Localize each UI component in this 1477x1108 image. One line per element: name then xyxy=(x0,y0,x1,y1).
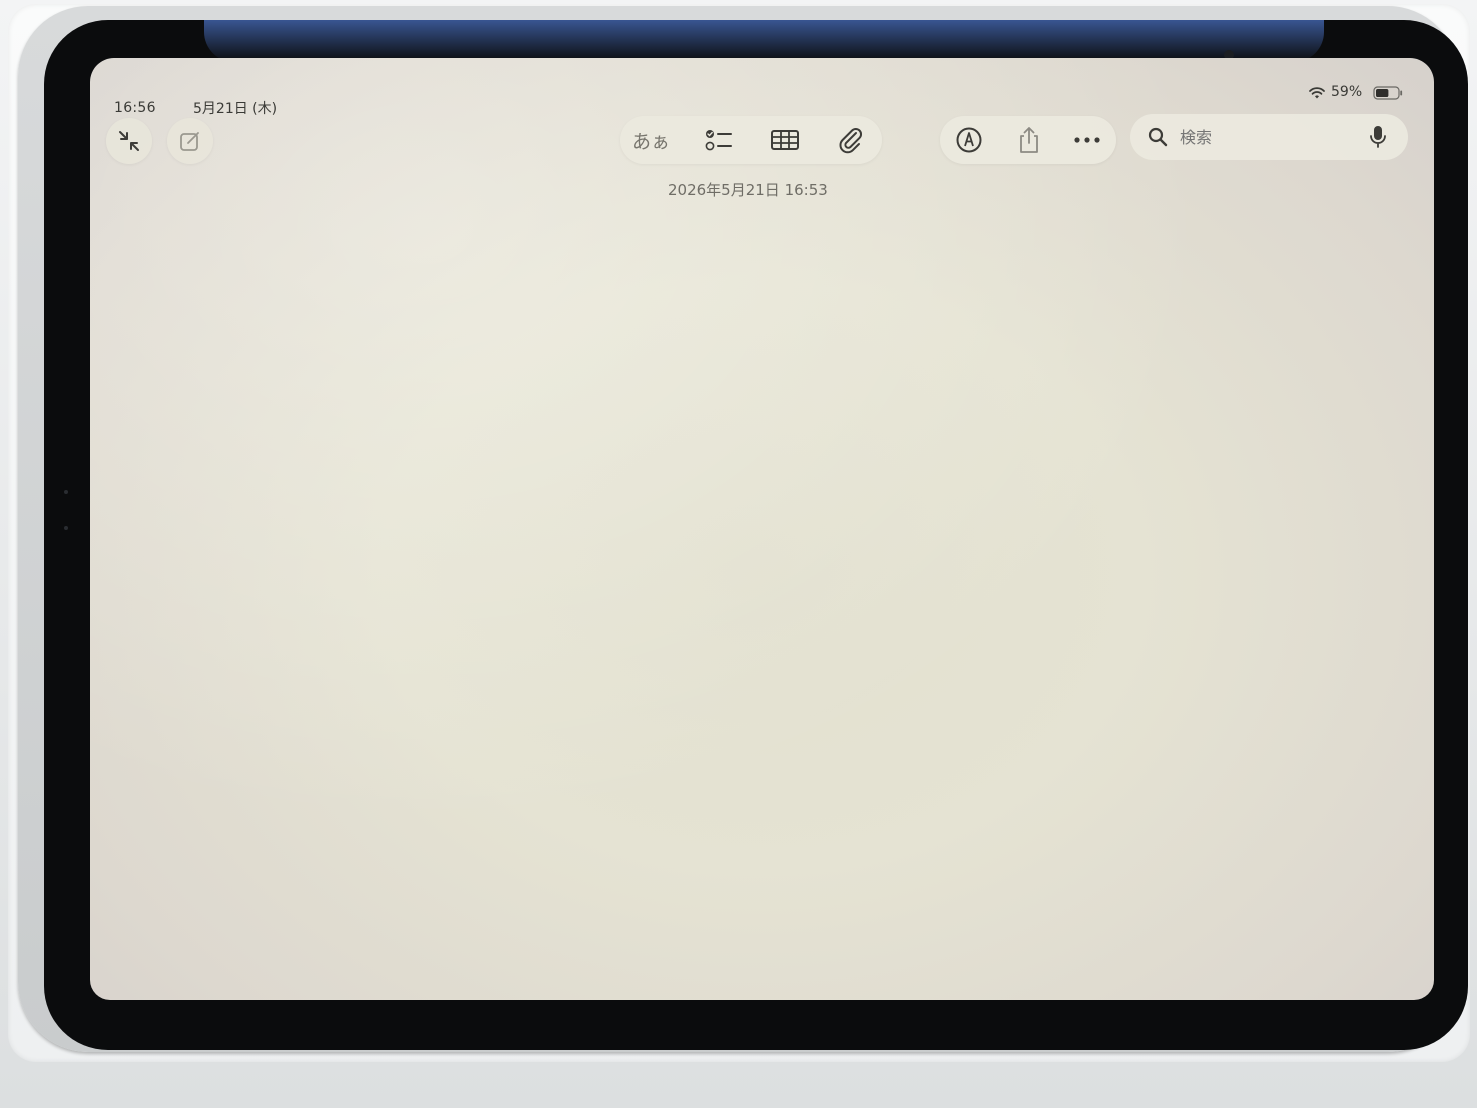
paperclip-icon xyxy=(839,127,863,154)
packaging-box: 16:56 5月21日 (木) 59% あぁ 検索 2026年5月21日 16:… xyxy=(0,0,1477,1108)
battery-icon xyxy=(1373,86,1403,100)
status-date: 5月21日 (木) xyxy=(193,101,278,117)
bezel-sensor-dot xyxy=(64,490,68,494)
minimize-button[interactable] xyxy=(106,118,152,164)
search-bar[interactable] xyxy=(1130,114,1408,160)
search-input[interactable] xyxy=(1178,127,1362,148)
tablet-device: 16:56 5月21日 (木) 59% あぁ 検索 2026年5月21日 16:… xyxy=(18,6,1468,1052)
wifi-icon xyxy=(1309,87,1325,99)
attachment-button[interactable] xyxy=(822,116,880,164)
tablet-bezel: 16:56 5月21日 (木) 59% あぁ 検索 2026年5月21日 16:… xyxy=(44,20,1468,1050)
bezel-sensor-dot xyxy=(64,526,68,530)
more-button[interactable] xyxy=(1058,116,1116,164)
table-icon xyxy=(771,130,799,150)
share-button[interactable] xyxy=(1000,116,1058,164)
table-button[interactable] xyxy=(756,116,814,164)
action-toolbar-group xyxy=(940,116,1116,164)
battery-percentage: 59% xyxy=(1331,84,1363,100)
minimize-arrows-icon xyxy=(119,131,139,151)
text-format-button[interactable]: あぁ xyxy=(622,116,680,164)
status-time: 16:56 xyxy=(114,100,156,116)
compose-button[interactable] xyxy=(167,118,213,164)
checklist-icon xyxy=(705,130,732,151)
microphone-icon[interactable] xyxy=(1368,125,1388,149)
share-icon xyxy=(1020,127,1038,153)
more-icon xyxy=(1074,137,1100,143)
note-timestamp: 2026年5月21日 16:53 xyxy=(668,181,828,199)
format-toolbar-group: あぁ xyxy=(620,116,882,164)
note-body-editor[interactable] xyxy=(150,218,1370,958)
search-icon xyxy=(1148,127,1168,147)
compose-icon xyxy=(180,132,199,151)
checklist-button[interactable] xyxy=(690,116,748,164)
text-format-label: あぁ xyxy=(631,130,670,153)
markup-pen-icon xyxy=(956,127,982,153)
markup-button[interactable] xyxy=(940,116,998,164)
notes-app-screen: 16:56 5月21日 (木) 59% あぁ 検索 2026年5月21日 16:… xyxy=(90,58,1434,1000)
